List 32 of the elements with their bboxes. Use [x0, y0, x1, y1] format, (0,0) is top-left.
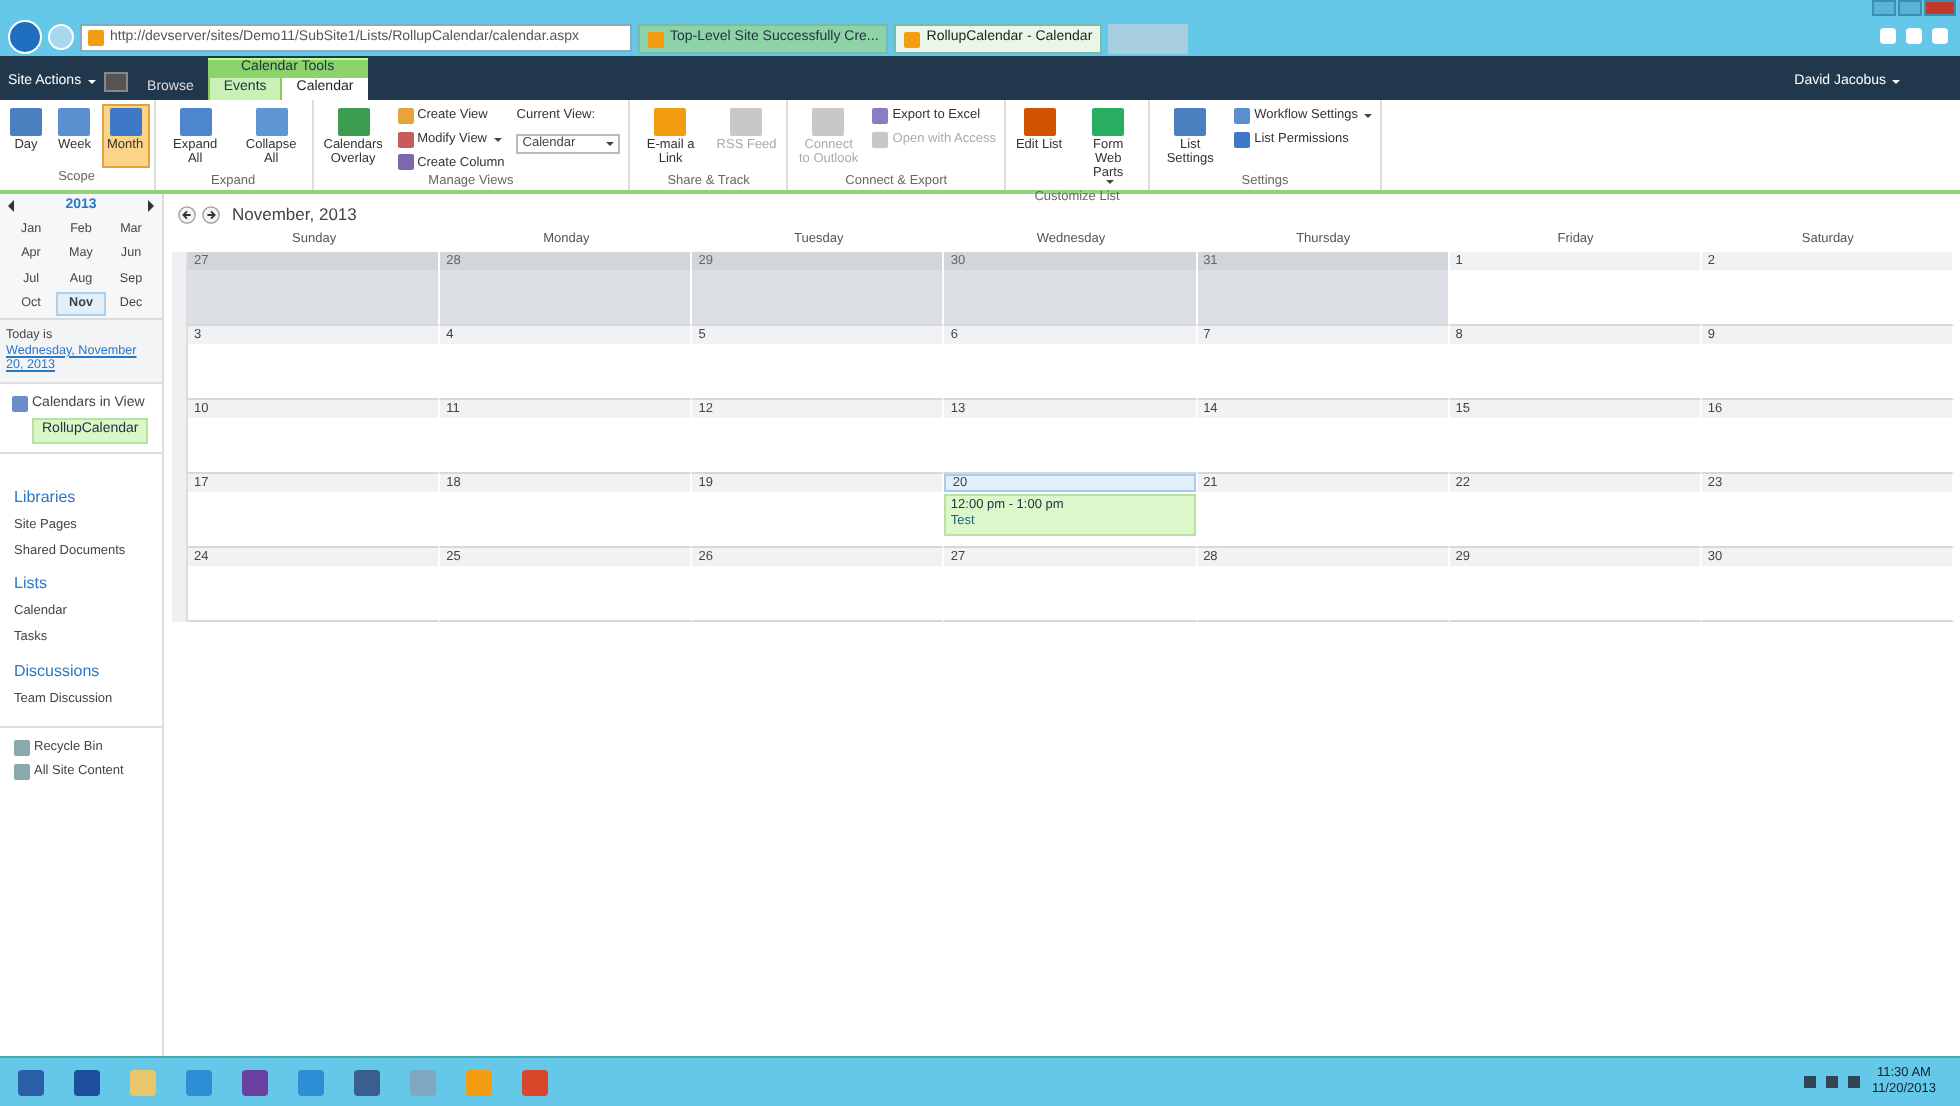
toolbar-icon [654, 108, 687, 136]
toolbar-icon [255, 108, 288, 136]
toolbar-icon [1023, 108, 1056, 136]
toolbar-icon [58, 108, 91, 136]
sidebar-heading[interactable]: Discussions [14, 659, 162, 684]
toolbar-icon [179, 108, 212, 136]
forward-button[interactable] [48, 24, 74, 50]
calendar-icon [12, 396, 28, 413]
sidebar-heading[interactable]: Libraries [14, 485, 162, 510]
next-year-icon[interactable] [145, 200, 156, 213]
page-icon [88, 30, 104, 46]
toolbar-icon [109, 108, 142, 136]
bin-icon [14, 739, 30, 756]
month-title: November, 2013 [232, 201, 357, 227]
close-button[interactable] [1924, 0, 1956, 16]
page-icon [648, 31, 664, 47]
back-button[interactable] [8, 20, 42, 54]
toolbar-icon [337, 108, 370, 136]
toolbar-icon [1174, 108, 1207, 136]
toolbar-icon [1092, 108, 1125, 136]
minimize-button[interactable] [1872, 0, 1896, 16]
previous-month-button[interactable] [178, 205, 196, 223]
next-month-button[interactable] [202, 205, 220, 223]
toolbar-icon [812, 108, 845, 136]
document-icon [14, 764, 30, 781]
sidebar-heading[interactable]: Lists [14, 572, 162, 597]
toolbar-icon [10, 108, 42, 136]
folder-icon[interactable] [103, 72, 128, 92]
previous-year-icon[interactable] [6, 200, 16, 213]
toolbar-icon [730, 108, 763, 136]
page-icon [904, 31, 921, 47]
restore-button[interactable] [1898, 0, 1922, 16]
